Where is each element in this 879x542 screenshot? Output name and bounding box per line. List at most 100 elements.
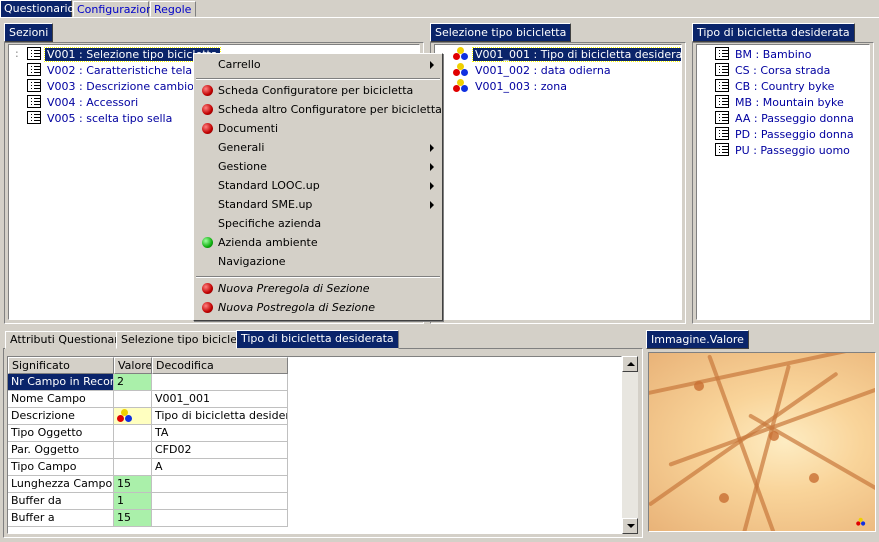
grid-icon: [27, 63, 41, 76]
tipo-tree: BM : Bambino CS : Corsa strada CB : Coun…: [696, 44, 870, 320]
table-cell-decodifica[interactable]: V001_001: [152, 391, 288, 408]
menu-item-standard-sme[interactable]: Standard SME.up: [196, 195, 440, 214]
table-cell-decodifica[interactable]: Tipo di bicicletta desiderata: [152, 408, 288, 425]
table-cell-decodifica[interactable]: [152, 493, 288, 510]
red-dot-icon: [202, 85, 213, 96]
table-scrollbar[interactable]: [622, 356, 638, 534]
table-cell-valore[interactable]: [114, 459, 152, 476]
tab-configurazioni[interactable]: Configurazioni: [73, 1, 156, 17]
table-cell-significato[interactable]: Buffer da: [8, 493, 114, 510]
tree-item-aa[interactable]: AA : Passeggio donna: [715, 111, 856, 127]
tab-attributi-questionario[interactable]: Attributi Questionario: [5, 331, 134, 349]
image-knot: [694, 381, 704, 391]
scroll-down-button[interactable]: [622, 518, 638, 534]
table-cell-valore[interactable]: 1: [114, 493, 152, 510]
menu-item-scheda-altro-configuratore[interactable]: Scheda altro Configuratore per biciclett…: [196, 100, 442, 119]
tree-item-v004[interactable]: V004 : Accessori: [27, 95, 140, 111]
tree-item-v002[interactable]: V002 : Caratteristiche telaio: [27, 63, 204, 79]
menu-item-carrello[interactable]: Carrello: [196, 55, 440, 74]
tab-tipo-bicicletta-desiderata[interactable]: Tipo di bicicletta desiderata: [236, 330, 399, 349]
tree-item-v001[interactable]: V001 : Selezione tipo bicicletta: [27, 47, 221, 63]
table-cell-decodifica[interactable]: [152, 476, 288, 493]
attributes-table: Significato Valore Decodifica Nr Campo i…: [7, 356, 622, 534]
tree-item-pu[interactable]: PU : Passeggio uomo: [715, 143, 852, 159]
tab-regole[interactable]: Regole: [150, 1, 196, 17]
image-knot: [769, 431, 779, 441]
table-cell-valore[interactable]: 15: [114, 510, 152, 527]
image-knot: [719, 493, 729, 503]
table-cell-valore[interactable]: [114, 425, 152, 442]
balls-icon: [453, 63, 469, 77]
menu-item-generali[interactable]: Generali: [196, 138, 440, 157]
menu-item-specifiche-azienda[interactable]: Specifiche azienda: [196, 214, 440, 233]
tree-item-v003[interactable]: V003 : Descrizione cambio: [27, 79, 196, 95]
selezione-tree: V001_001 : Tipo di bicicletta desiderata…: [434, 44, 682, 320]
tree-item-v001-002[interactable]: V001_002 : data odierna: [453, 63, 613, 79]
menu-item-scheda-configuratore[interactable]: Scheda Configuratore per bicicletta: [196, 81, 440, 100]
grid-icon: [27, 79, 41, 92]
arrow-up-icon: [627, 362, 635, 366]
tree-item-mb[interactable]: MB : Mountain byke: [715, 95, 846, 111]
table-cell-significato[interactable]: Buffer a: [8, 510, 114, 527]
table-cell-decodifica[interactable]: A: [152, 459, 288, 476]
table-cell-valore[interactable]: [114, 391, 152, 408]
balls-icon: [453, 47, 469, 61]
submenu-arrow-icon: [430, 201, 434, 209]
menu-item-gestione[interactable]: Gestione: [196, 157, 440, 176]
tree-item-cb[interactable]: CB : Country byke: [715, 79, 836, 95]
tipo-caption: Tipo di bicicletta desiderata: [692, 23, 855, 42]
tree-item-v005[interactable]: V005 : scelta tipo sella: [27, 111, 174, 127]
tree-item-cs[interactable]: CS : Corsa strada: [715, 63, 832, 79]
menu-item-nuova-preregola[interactable]: Nuova Preregola di Sezione: [196, 279, 440, 298]
table-cell-decodifica[interactable]: [152, 374, 288, 391]
tree-item-pd[interactable]: PD : Passeggio donna: [715, 127, 856, 143]
menu-item-documenti[interactable]: Documenti: [196, 119, 440, 138]
tree-item-v001-003[interactable]: V001_003 : zona: [453, 79, 569, 95]
menu-item-azienda-ambiente[interactable]: Azienda ambiente: [196, 233, 440, 252]
arrow-down-icon: [627, 524, 635, 528]
grid-icon: [715, 63, 729, 76]
column-header-decodifica[interactable]: Decodifica: [152, 357, 288, 374]
column-header-significato[interactable]: Significato: [8, 357, 114, 374]
menu-item-nuova-postregola[interactable]: Nuova Postregola di Sezione: [196, 298, 440, 317]
image-fiber: [748, 413, 875, 497]
balls-icon: [453, 79, 469, 93]
menu-item-navigazione[interactable]: Navigazione: [196, 252, 440, 271]
scroll-up-button[interactable]: [622, 356, 638, 372]
image-fiber: [649, 353, 875, 397]
grid-icon: [27, 95, 41, 108]
balls-icon: [856, 517, 866, 526]
grid-icon: [715, 47, 729, 60]
selezione-caption: Selezione tipo bicicletta: [430, 23, 572, 42]
table-cell-decodifica[interactable]: TA: [152, 425, 288, 442]
table-cell-significato[interactable]: Tipo Oggetto: [8, 425, 114, 442]
balls-icon: [117, 409, 133, 423]
table-cell-decodifica[interactable]: CFD02: [152, 442, 288, 459]
table-cell-valore[interactable]: [114, 408, 152, 425]
tab-questionario[interactable]: Questionario: [0, 0, 74, 18]
green-dot-icon: [202, 237, 213, 248]
menu-item-standard-looc[interactable]: Standard LOOC.up: [196, 176, 440, 195]
grid-icon: [715, 143, 729, 156]
table-cell-significato[interactable]: Nome Campo: [8, 391, 114, 408]
context-menu: Carrello Scheda Configuratore per bicicl…: [193, 53, 443, 321]
table-cell-significato[interactable]: Par. Oggetto: [8, 442, 114, 459]
red-dot-icon: [202, 302, 213, 313]
column-header-valore[interactable]: Valore: [114, 357, 152, 374]
submenu-arrow-icon: [430, 144, 434, 152]
table-cell-valore[interactable]: [114, 442, 152, 459]
table-cell-decodifica[interactable]: [152, 510, 288, 527]
tree-item-bm[interactable]: BM : Bambino: [715, 47, 814, 63]
table-cell-significato[interactable]: Lunghezza Campo: [8, 476, 114, 493]
grid-icon: [715, 127, 729, 140]
table-cell-significato[interactable]: Tipo Campo: [8, 459, 114, 476]
table-cell-significato[interactable]: Descrizione: [8, 408, 114, 425]
red-dot-icon: [202, 123, 213, 134]
table-cell-significato[interactable]: Nr Campo in Record: [8, 374, 114, 391]
main-tabbar: Questionario Configurazioni Regole: [0, 0, 879, 18]
table-cell-valore[interactable]: 15: [114, 476, 152, 493]
table-cell-valore[interactable]: 2: [114, 374, 152, 391]
red-dot-icon: [202, 104, 213, 115]
tree-item-v001-001[interactable]: V001_001 : Tipo di bicicletta desiderata: [453, 47, 681, 63]
image-caption: Immagine.Valore: [646, 330, 749, 349]
